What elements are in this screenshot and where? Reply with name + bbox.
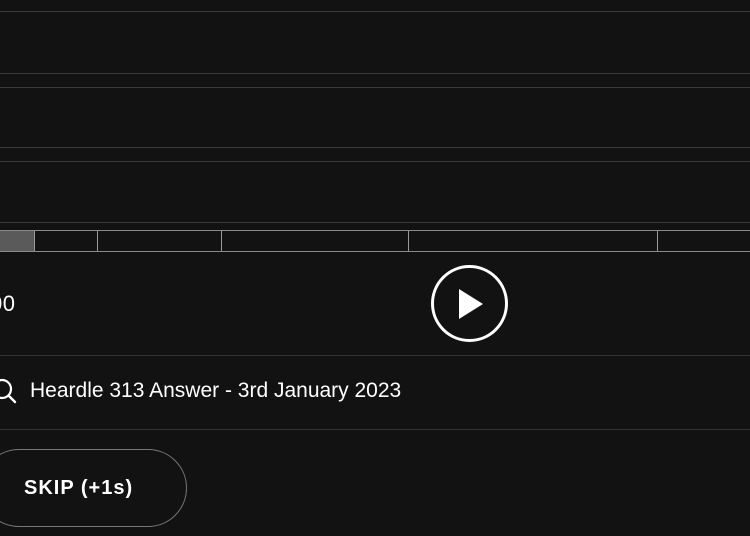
divider	[0, 355, 750, 356]
progress-segment-marker	[97, 231, 98, 251]
search-input[interactable]: Heardle 313 Answer - 3rd January 2023	[30, 379, 401, 403]
search-icon	[0, 378, 17, 404]
play-icon	[458, 288, 483, 319]
divider	[0, 429, 750, 430]
search-bar[interactable]: Heardle 313 Answer - 3rd January 2023	[0, 371, 750, 411]
time-readout: 00	[0, 291, 16, 316]
progress-segment-marker	[34, 231, 35, 251]
guess-row-3	[0, 87, 750, 148]
progress-segment-marker	[221, 231, 222, 251]
guess-row-4	[0, 161, 750, 223]
heardle-game: 00 Heardle 313 Answer - 3rd January 2023…	[0, 0, 750, 536]
audio-progress-bar	[0, 230, 750, 252]
play-button[interactable]	[431, 265, 508, 342]
skip-button[interactable]: SKIP (+1s)	[0, 449, 187, 527]
guess-row-2	[0, 11, 750, 74]
progress-segment-marker	[657, 231, 658, 251]
progress-fill	[0, 231, 34, 251]
progress-segment-marker	[408, 231, 409, 251]
